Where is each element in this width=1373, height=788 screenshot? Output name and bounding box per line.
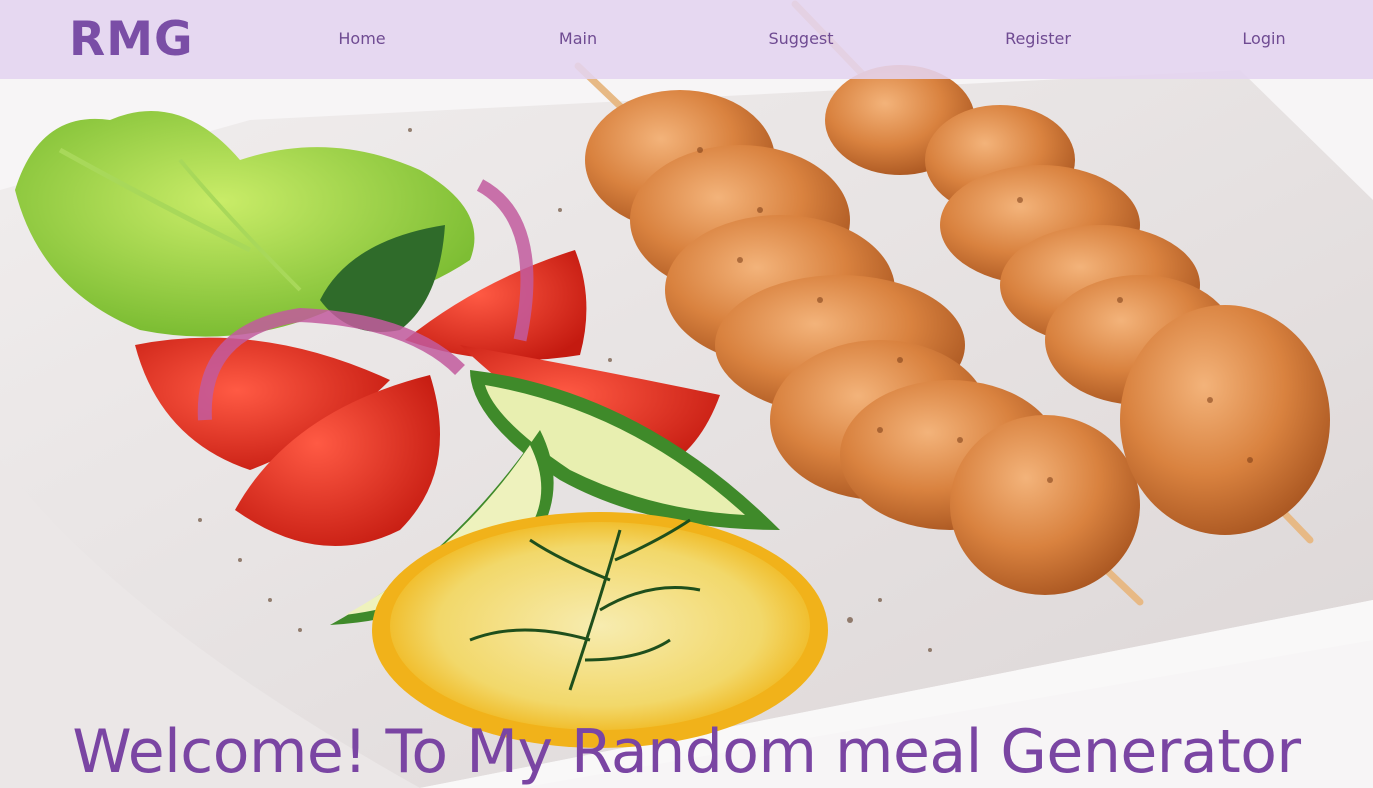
landing-page: RMG Home Main Suggest Register Login Wel… [0, 0, 1373, 788]
brand-logo[interactable]: RMG [69, 13, 194, 67]
nav-link-main[interactable]: Main [559, 29, 597, 49]
nav-link-home[interactable]: Home [338, 29, 385, 49]
hero-food-image [0, 0, 1373, 788]
top-navbar: RMG Home Main Suggest Register Login [0, 0, 1373, 79]
welcome-headline: Welcome! To My Random meal Generator [72, 717, 1301, 787]
nav-link-login[interactable]: Login [1242, 29, 1285, 49]
nav-link-register[interactable]: Register [1005, 29, 1071, 49]
nav-link-suggest[interactable]: Suggest [768, 29, 833, 49]
